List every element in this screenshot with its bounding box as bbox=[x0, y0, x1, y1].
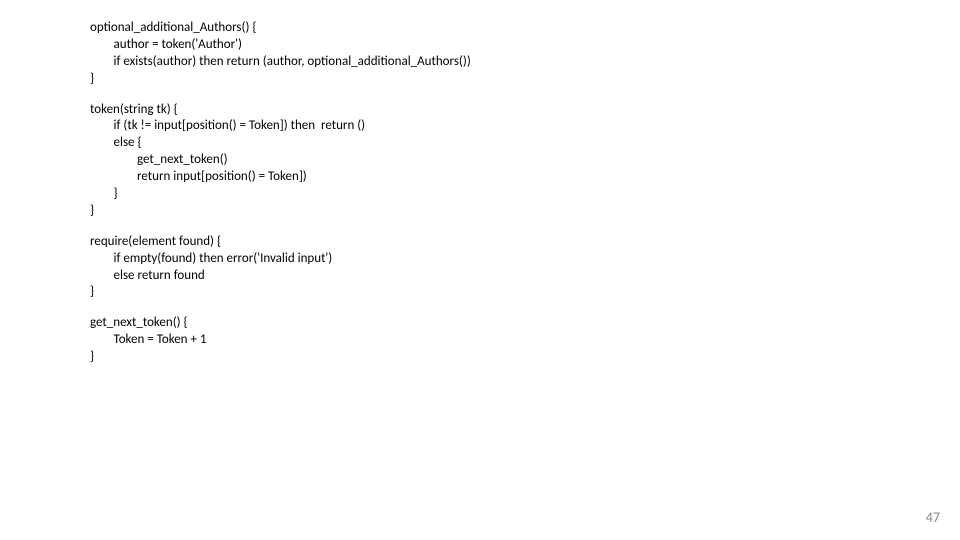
slide: optional_additional_Authors() { author =… bbox=[0, 0, 960, 540]
code-block-4: get_next_token() { Token = Token + 1 } bbox=[90, 315, 960, 366]
code-block-3: require(element found) { if empty(found)… bbox=[90, 234, 960, 302]
code-line: if empty(found) then error('Invalid inpu… bbox=[90, 251, 960, 268]
code-line: } bbox=[90, 71, 960, 88]
code-line: else return found bbox=[90, 268, 960, 285]
code-block-2: token(string tk) { if (tk != input[posit… bbox=[90, 102, 960, 220]
code-line: if (tk != input[position() = Token]) the… bbox=[90, 118, 960, 135]
code-line: } bbox=[90, 349, 960, 366]
code-line: require(element found) { bbox=[90, 234, 960, 251]
code-line: } bbox=[90, 284, 960, 301]
code-line: return input[position() = Token]) bbox=[90, 169, 960, 186]
code-line: get_next_token() { bbox=[90, 315, 960, 332]
code-line: get_next_token() bbox=[90, 152, 960, 169]
page-number: 47 bbox=[926, 509, 940, 526]
code-line: Token = Token + 1 bbox=[90, 332, 960, 349]
code-block-1: optional_additional_Authors() { author =… bbox=[90, 20, 960, 88]
code-line: } bbox=[90, 203, 960, 220]
code-line: else { bbox=[90, 135, 960, 152]
code-line: token(string tk) { bbox=[90, 102, 960, 119]
code-line: if exists(author) then return (author, o… bbox=[90, 54, 960, 71]
code-listing: optional_additional_Authors() { author =… bbox=[90, 20, 960, 366]
code-line: author = token('Author') bbox=[90, 37, 960, 54]
code-line: } bbox=[90, 186, 960, 203]
code-line: optional_additional_Authors() { bbox=[90, 20, 960, 37]
